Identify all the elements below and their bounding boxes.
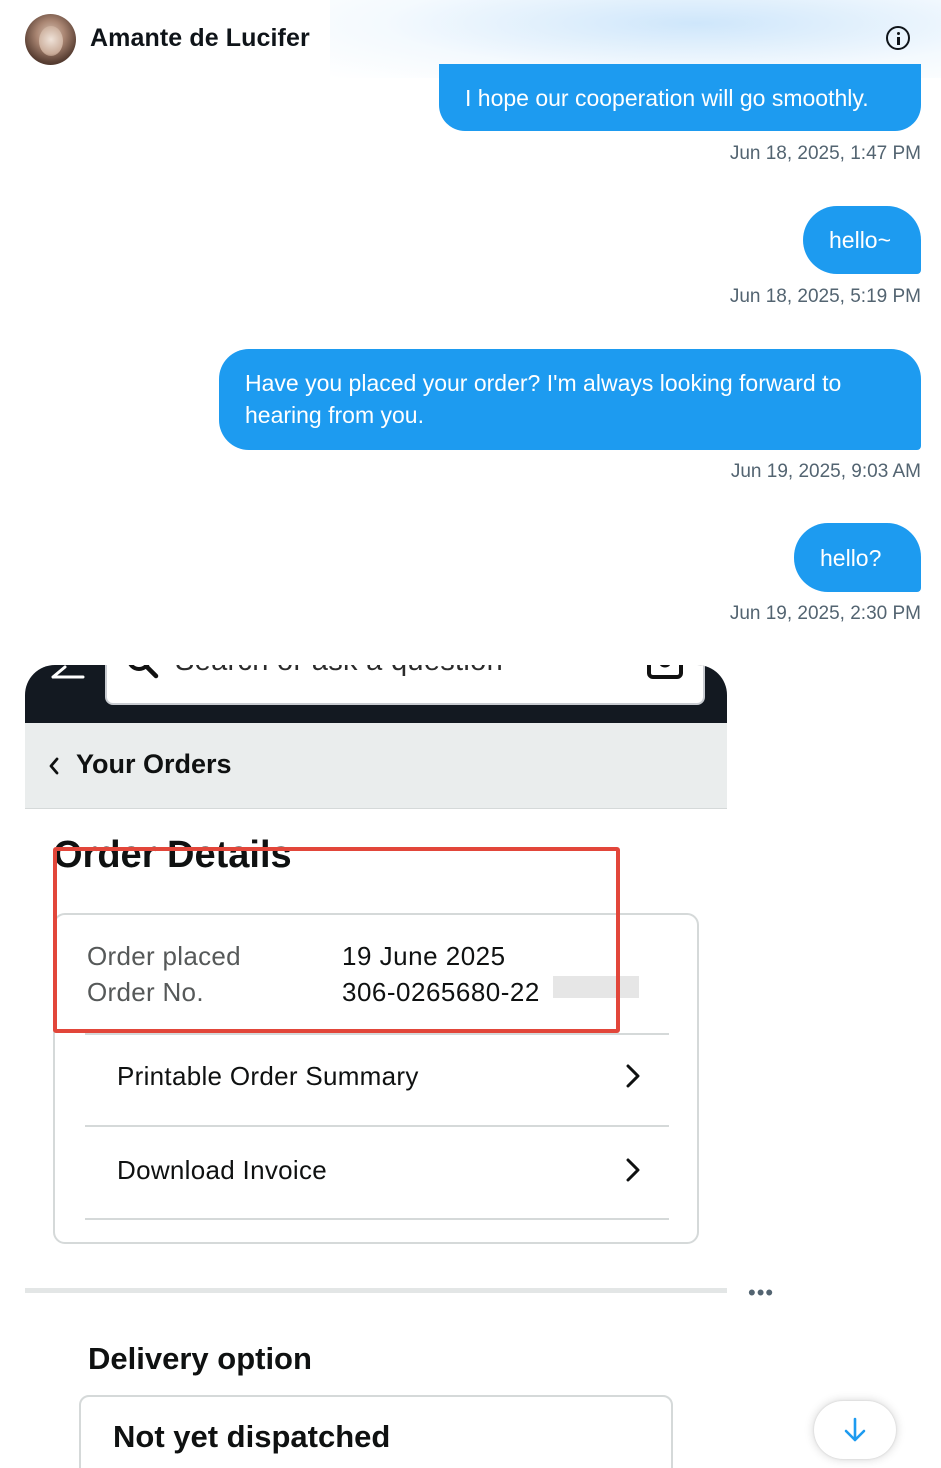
- delivery-option-heading: Delivery option: [88, 1341, 312, 1376]
- printable-summary-label: Printable Order Summary: [117, 1061, 419, 1091]
- message-timestamp: Jun 18, 2025, 5:19 PM: [729, 286, 921, 307]
- message-text: I hope our cooperation will go smoothly.: [465, 85, 869, 111]
- more-options-icon[interactable]: •••: [748, 1280, 774, 1306]
- divider: [85, 1125, 669, 1127]
- message-bubble[interactable]: hello?: [794, 523, 921, 592]
- your-orders-bar: Your Orders: [25, 723, 727, 809]
- message-text: hello~: [829, 227, 892, 253]
- message-bubble[interactable]: hello~: [803, 206, 921, 274]
- info-icon[interactable]: [886, 26, 910, 50]
- amazon-topbar: Search or ask a question: [25, 665, 727, 723]
- message-text: hello?: [820, 545, 882, 571]
- chevron-left-icon: [49, 757, 59, 775]
- your-orders-link: Your Orders: [76, 749, 232, 779]
- chevron-right-icon: [626, 1158, 640, 1182]
- message-timestamp: Jun 18, 2025, 1:47 PM: [729, 143, 921, 164]
- contact-name[interactable]: Amante de Lucifer: [90, 24, 310, 53]
- back-arrow-icon: [51, 665, 85, 679]
- message-timestamp: Jun 19, 2025, 9:03 AM: [730, 461, 921, 482]
- chevron-right-icon: [626, 1064, 640, 1088]
- message-timestamp: Jun 19, 2025, 2:30 PM: [729, 603, 921, 624]
- camera-icon: [647, 665, 683, 679]
- message-text: Have you placed your order? I'm always l…: [245, 370, 842, 428]
- avatar[interactable]: [25, 14, 76, 65]
- search-icon: [128, 665, 159, 679]
- dispatch-status: Not yet dispatched: [113, 1419, 391, 1454]
- arrow-down-icon: [844, 1417, 866, 1442]
- search-placeholder: Search or ask a question: [175, 665, 503, 678]
- message-bubble[interactable]: I hope our cooperation will go smoothly.: [439, 64, 921, 131]
- attached-screenshot[interactable]: Search or ask a question Your Orders Ord…: [25, 665, 727, 1468]
- message-bubble[interactable]: Have you placed your order? I'm always l…: [219, 349, 921, 450]
- download-invoice-label: Download Invoice: [117, 1155, 328, 1185]
- section-divider: [25, 1288, 727, 1293]
- scroll-to-bottom-button[interactable]: [814, 1401, 896, 1459]
- divider: [85, 1218, 669, 1220]
- divider: [85, 1033, 669, 1035]
- delivery-card: Not yet dispatched: [79, 1395, 673, 1468]
- highlight-box: [53, 847, 620, 1033]
- search-input: Search or ask a question: [105, 665, 705, 705]
